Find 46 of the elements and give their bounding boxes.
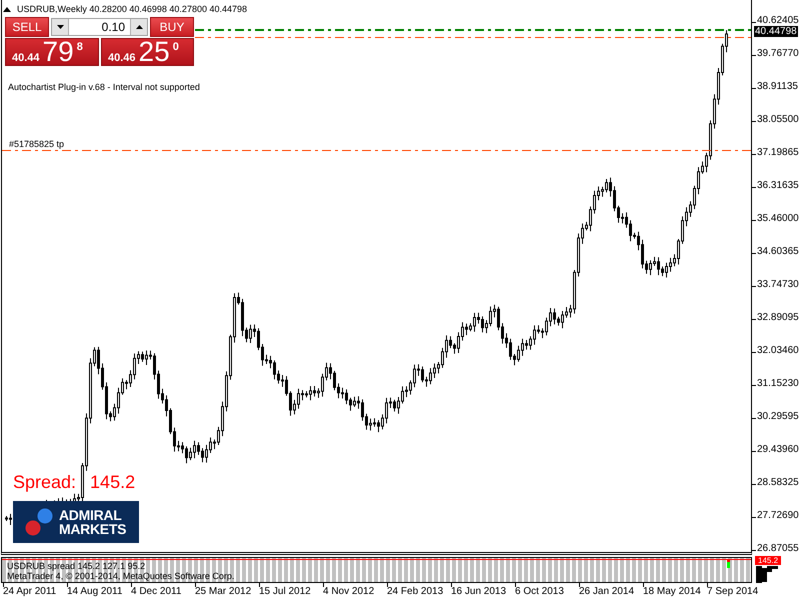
sell-button[interactable]: SELL bbox=[5, 17, 49, 37]
indicator-caption: USDRUB spread 145.2 127.1 95.2 bbox=[7, 561, 146, 571]
time-label: 4 Dec 2011 bbox=[131, 586, 182, 598]
price-label: 40.62405 bbox=[757, 16, 799, 26]
price-label: 31.15230 bbox=[757, 379, 799, 389]
order-label: #51785825 tp bbox=[9, 139, 64, 150]
time-label: 24 Apr 2011 bbox=[3, 586, 56, 598]
price-label: 30.29595 bbox=[757, 412, 799, 422]
spread-value: 145.2 bbox=[90, 472, 136, 492]
indicator-value-label: 145.2 bbox=[755, 556, 782, 565]
two-dots-icon bbox=[25, 508, 53, 536]
plugin-message: Autochartist Plug-in v.68 - Interval not supported bbox=[8, 82, 200, 93]
price-label: 38.05500 bbox=[757, 115, 799, 125]
price-label: 37.19865 bbox=[757, 148, 799, 158]
logo-text: MARKETS bbox=[59, 522, 126, 536]
buy-button[interactable]: BUY bbox=[150, 17, 194, 37]
price-label: 33.74730 bbox=[757, 280, 799, 290]
price-label: 27.72690 bbox=[757, 511, 799, 521]
time-label: 25 Mar 2012 bbox=[195, 586, 252, 598]
price-label: 38.91135 bbox=[757, 82, 798, 92]
time-label: 18 May 2014 bbox=[643, 586, 701, 598]
time-label: 14 Aug 2011 bbox=[67, 586, 122, 598]
price-label: 39.76770 bbox=[757, 49, 799, 59]
price-label: 28.58325 bbox=[757, 478, 799, 488]
triangle-up-icon[interactable] bbox=[3, 7, 11, 12]
time-label: 6 Oct 2013 bbox=[515, 586, 564, 598]
price-label: 34.60365 bbox=[757, 247, 799, 257]
price-label: 32.89095 bbox=[757, 313, 799, 323]
chart-title: USDRUB,Weekly 40.28200 40.46998 40.27800 40.44798 bbox=[17, 4, 248, 15]
spread-label: Spread: bbox=[13, 472, 76, 492]
copyright-text: MetaTrader 4, © 2001-2014, MetaQuotes Software Corp. bbox=[7, 571, 234, 581]
axis-smudge-drawing bbox=[756, 566, 778, 583]
time-label: 26 Jan 2014 bbox=[579, 586, 634, 598]
time-label: 24 Feb 2013 bbox=[387, 586, 444, 598]
histogram-bar-icon bbox=[727, 559, 730, 568]
price-label: 26.87055 bbox=[757, 544, 799, 554]
time-label: 7 Sep 2014 bbox=[707, 586, 758, 598]
price-label: 35.46000 bbox=[757, 214, 799, 224]
time-label: 4 Nov 2012 bbox=[323, 586, 374, 598]
time-label: 16 Jun 2013 bbox=[451, 586, 506, 598]
logo-text: ADMIRAL bbox=[59, 508, 122, 522]
price-label: 29.43960 bbox=[757, 445, 799, 455]
price-label: 36.31635 bbox=[757, 181, 799, 191]
time-label: 15 Jul 2012 bbox=[259, 586, 311, 598]
price-label: 32.03460 bbox=[757, 346, 799, 356]
current-price-label: 40.44798 bbox=[754, 26, 798, 37]
